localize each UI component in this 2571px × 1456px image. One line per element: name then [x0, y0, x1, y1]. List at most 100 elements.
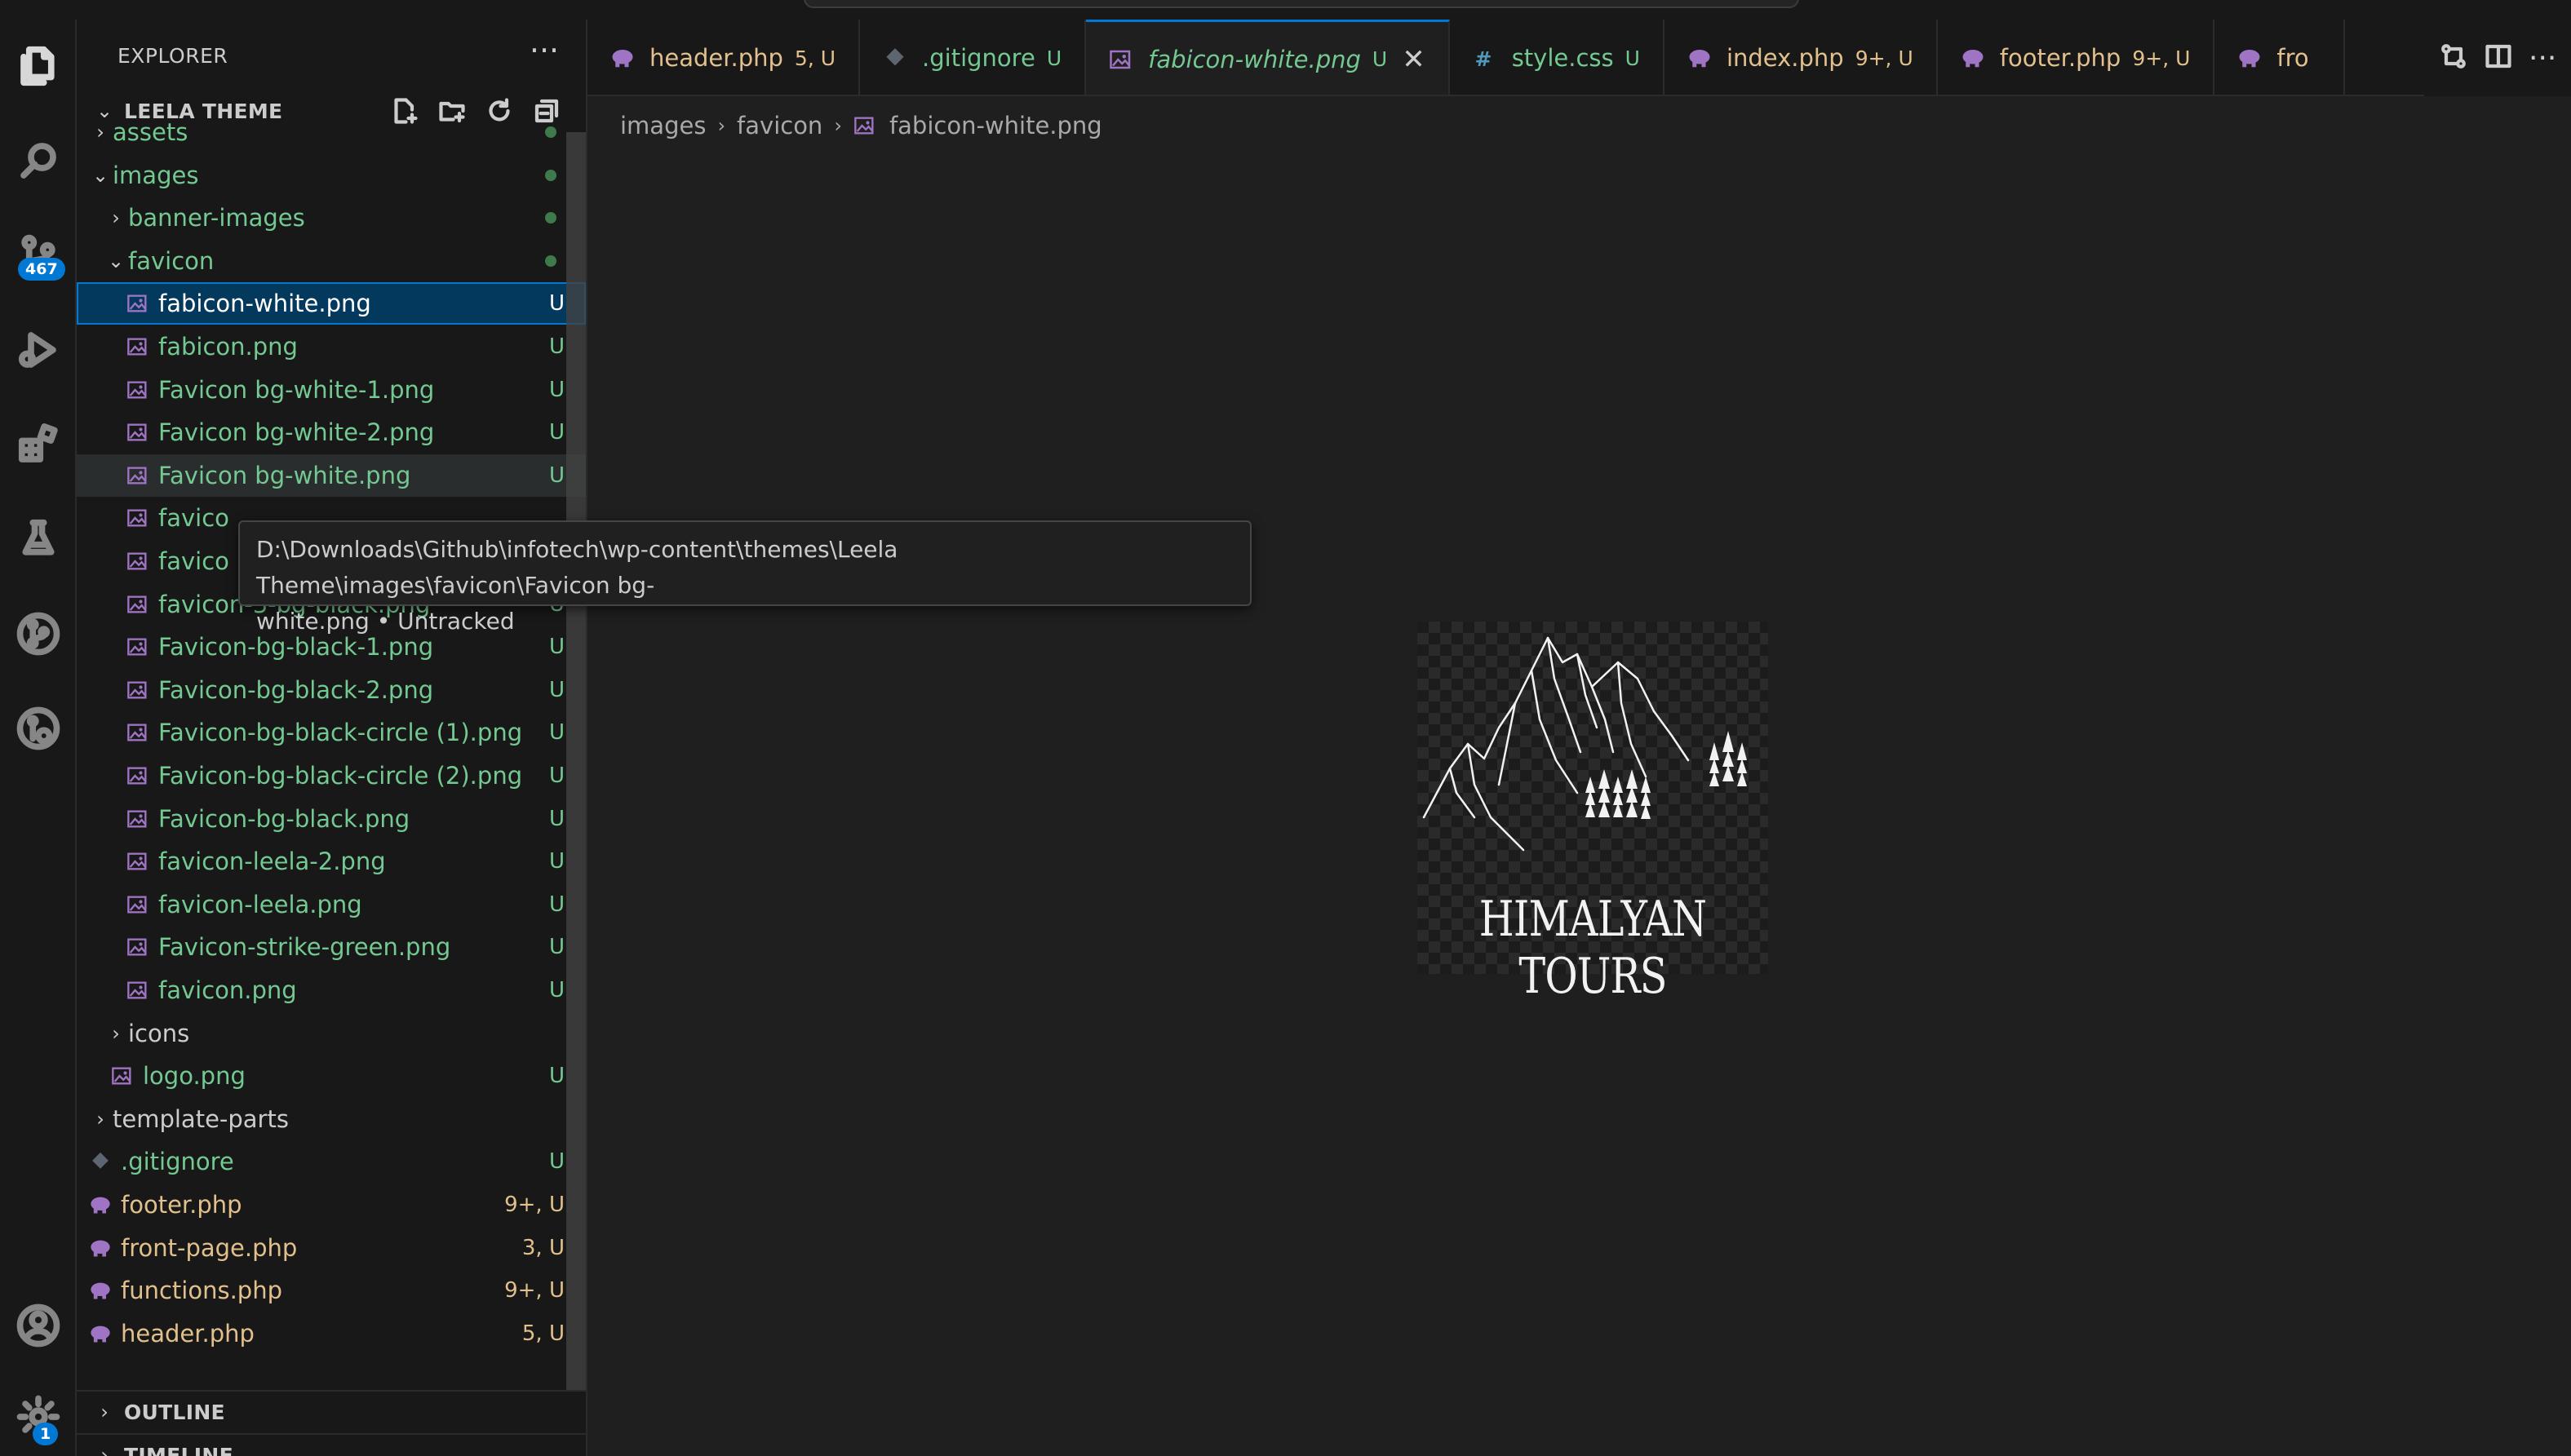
- tree-file[interactable]: Favicon bg-white.png U: [77, 454, 586, 497]
- tree-file[interactable]: footer.php 9+, U: [77, 1184, 586, 1226]
- editor-tab[interactable]: # style.css U: [1449, 20, 1665, 95]
- tree-folder[interactable]: ⌄ images: [77, 154, 586, 197]
- image-file-icon: [124, 635, 152, 659]
- tree-file[interactable]: Favicon bg-white-2.png U: [77, 411, 586, 454]
- editor-more-icon[interactable]: ···: [2529, 42, 2556, 75]
- php-file-icon: [86, 1321, 114, 1346]
- tree-item-label: header.php: [121, 1319, 255, 1348]
- explorer-icon[interactable]: [7, 34, 70, 98]
- tree-folder[interactable]: › icons: [77, 1012, 586, 1055]
- untracked-dot: [545, 126, 556, 138]
- tree-folder[interactable]: › template-parts: [77, 1098, 586, 1140]
- editor-tab[interactable]: footer.php 9+, U: [1937, 20, 2215, 95]
- logo-caption: HIMALYAN TOURS: [1478, 891, 1707, 1005]
- mountain-logo-image: [1422, 636, 1747, 852]
- image-file-icon: [124, 378, 152, 402]
- tree-item-label: footer.php: [121, 1191, 242, 1219]
- git-status-decoration: U: [548, 377, 565, 402]
- image-file-icon: [109, 1064, 136, 1088]
- chevron-right-icon: ›: [96, 1107, 104, 1131]
- testing-icon[interactable]: [7, 507, 70, 571]
- title-bar: [0, 0, 2571, 20]
- tree-item-label: favico: [158, 547, 229, 575]
- tree-file[interactable]: functions.php 9+, U: [77, 1269, 586, 1312]
- tree-file[interactable]: .gitignore U: [77, 1140, 586, 1183]
- svg-text:#: #: [1474, 47, 1492, 69]
- tab-status: U: [1625, 46, 1640, 70]
- vscode-window: 467 1 EXPLORER ··· ⌄ LEELA THEME › asset…: [0, 0, 2571, 1456]
- tree-file[interactable]: favicon-leela.png U: [77, 883, 586, 926]
- tree-file[interactable]: Favicon-bg-black-circle (1).png U: [77, 711, 586, 754]
- tree-file[interactable]: Favicon-bg-black.png U: [77, 798, 586, 840]
- tab-label: fro: [2276, 44, 2309, 72]
- tree-file[interactable]: fabicon-white.png U: [77, 282, 586, 325]
- tree-folder[interactable]: › assets: [77, 111, 586, 153]
- tree-item-label: favicon: [128, 246, 215, 275]
- command-center[interactable]: [804, 0, 1799, 8]
- explorer-more-icon[interactable]: ···: [524, 34, 565, 75]
- close-icon[interactable]: ✕: [1402, 43, 1425, 76]
- tree-item-label: favico: [158, 504, 229, 533]
- breadcrumb-item[interactable]: images: [620, 112, 706, 139]
- tree-file[interactable]: Favicon-bg-black-2.png U: [77, 669, 586, 711]
- open-changes-icon[interactable]: [2439, 42, 2468, 74]
- tree-file[interactable]: front-page.php 3, U: [77, 1227, 586, 1269]
- image-file-icon: [124, 849, 152, 874]
- tooltip-path-line1: D:\Downloads\Github\infotech\wp-content\…: [256, 536, 898, 599]
- chevron-right-icon: ›: [112, 1021, 120, 1045]
- chevron-right-icon: ›: [717, 114, 726, 137]
- search-icon[interactable]: [7, 129, 70, 193]
- tree-folder[interactable]: › banner-images: [77, 197, 586, 239]
- tab-label: index.php: [1726, 44, 1844, 72]
- git-status-decoration: U: [548, 892, 565, 917]
- timeline-section-header[interactable]: › TIMELINE: [77, 1433, 586, 1456]
- image-file-icon: [124, 420, 152, 445]
- tree-folder[interactable]: ⌄ favicon: [77, 240, 586, 282]
- tree-item-label: logo.png: [143, 1062, 246, 1091]
- image-file-icon: [124, 506, 152, 530]
- tab-status: 9+, U: [2132, 46, 2191, 70]
- tab-status: U: [1372, 47, 1388, 71]
- tree-file[interactable]: Favicon-strike-green.png U: [77, 926, 586, 968]
- run-debug-icon[interactable]: [7, 318, 70, 382]
- tree-file[interactable]: Favicon-bg-black-circle (2).png U: [77, 755, 586, 797]
- tree-file[interactable]: favicon.png U: [77, 969, 586, 1011]
- tree-file[interactable]: fabicon.png U: [77, 325, 586, 368]
- git-status-decoration: 3, U: [521, 1235, 565, 1260]
- git-history-icon[interactable]: [7, 697, 70, 760]
- settings-badge: 1: [33, 1423, 59, 1445]
- php-file-icon: [2237, 46, 2267, 69]
- git-graph-icon[interactable]: [7, 602, 70, 666]
- image-file-icon: [124, 935, 152, 959]
- editor-tab[interactable]: fabicon-white.png U ✕: [1086, 20, 1450, 95]
- account-icon[interactable]: [7, 1294, 70, 1357]
- tab-label: header.php: [649, 44, 783, 72]
- split-editor-icon[interactable]: [2484, 42, 2513, 74]
- editor-tabs: header.php 5, U .gitignore Ufabicon-white.p…: [587, 20, 2571, 96]
- php-file-icon: [1687, 46, 1717, 69]
- editor-tab[interactable]: index.php 9+, U: [1664, 20, 1938, 95]
- tree-file[interactable]: favicon-leela-2.png U: [77, 840, 586, 883]
- git-file-icon: [86, 1149, 114, 1174]
- breadcrumb-item[interactable]: favicon: [737, 112, 822, 139]
- git-file-icon: [883, 46, 912, 69]
- tree-file[interactable]: logo.png U: [77, 1055, 586, 1097]
- editor-tab[interactable]: header.php 5, U: [587, 20, 861, 95]
- image-file-icon: [124, 291, 152, 316]
- editor-tab[interactable]: fro: [2214, 20, 2345, 95]
- sidebar-scrollbar[interactable]: [566, 132, 586, 1390]
- outline-section-header[interactable]: › OUTLINE: [77, 1390, 586, 1432]
- extensions-icon[interactable]: [7, 413, 70, 476]
- tree-file[interactable]: Favicon bg-white-1.png U: [77, 369, 586, 411]
- tree-item-label: Favicon bg-white-2.png: [158, 418, 435, 447]
- chevron-right-icon: ›: [96, 121, 104, 144]
- editor-tab[interactable]: .gitignore U: [860, 20, 1087, 95]
- tree-file[interactable]: header.php 5, U: [77, 1312, 586, 1355]
- tab-label: fabicon-white.png: [1148, 45, 1361, 73]
- breadcrumb-item[interactable]: fabicon-white.png: [889, 112, 1102, 139]
- git-status-decoration: U: [548, 291, 565, 316]
- git-status-decoration: U: [548, 334, 565, 359]
- image-file-icon: [124, 892, 152, 917]
- tab-label: footer.php: [1999, 44, 2121, 72]
- tree-item-label: favicon-leela-2.png: [158, 847, 386, 876]
